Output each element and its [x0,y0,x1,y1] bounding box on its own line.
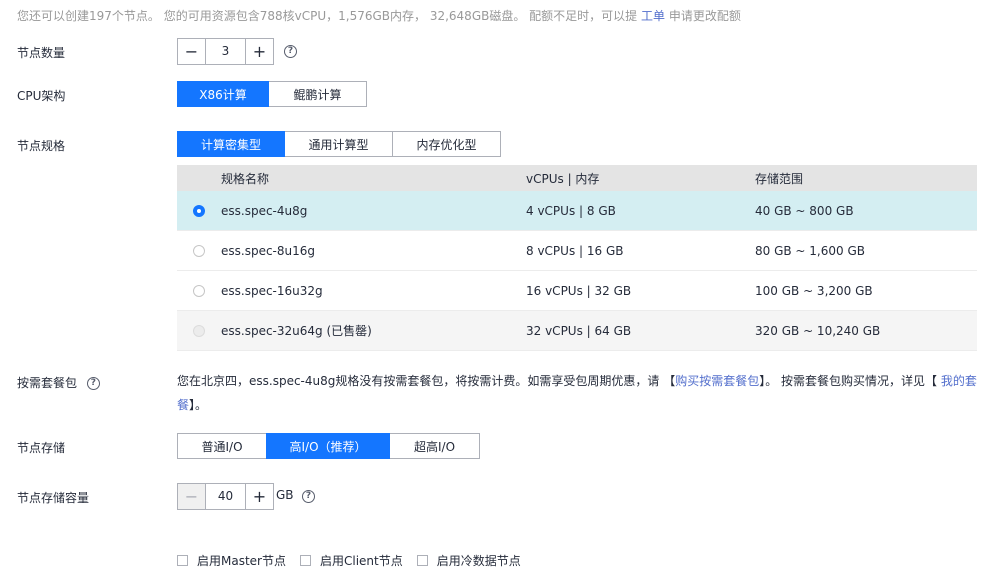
cpu-arch-kunpeng-option[interactable]: 鲲鹏计算 [268,81,367,107]
storage-capacity-minus-button[interactable]: − [178,484,205,509]
storage-range-cell: 320 GB ~ 10,240 GB [755,323,881,338]
question-circle-icon[interactable]: ? [284,44,297,58]
tab-general-compute[interactable]: 通用计算型 [284,131,393,157]
ticket-link[interactable]: 工单 [641,9,665,23]
vcpu-memory-cell: 8 vCPUs | 16 GB [526,243,624,258]
enable-master-checkbox[interactable]: 启用Master节点 [177,552,286,569]
cpu-arch-x86-option[interactable]: X86计算 [177,81,269,107]
enable-client-checkbox[interactable]: 启用Client节点 [299,552,403,569]
spec-name-cell: ess.spec-8u16g [221,243,316,258]
node-count-stepper: − 3 + [177,38,274,65]
storage-range-cell: 80 GB ~ 1,600 GB [755,243,865,258]
checkbox-box[interactable] [416,555,428,566]
package-notice: 您在北京四，ess.spec-4u8g规格没有按需套餐包，将按需计费。如需享受包… [177,369,977,417]
spec-table: 规格名称 vCPUs | 内存 存储范围 ess.spec-4u8g 4 vCP… [177,165,977,351]
quota-text: 您还可以创建197个节点。 您的可用资源包含788核vCPU，1,576GB内存… [17,9,641,23]
node-options: 启用Master节点 启用Client节点 启用冷数据节点 [177,552,535,569]
node-storage-label: 节点存储 [17,441,66,455]
tab-compute-intensive[interactable]: 计算密集型 [177,131,285,157]
checkbox-label: 启用冷数据节点 [436,554,521,568]
node-storage-selector: 普通I/O 高I/O（推荐） 超高I/O [177,433,480,459]
quota-text-end: 申请更改配额 [665,9,741,23]
table-row: ess.spec-32u64g (已售罄) 32 vCPUs | 64 GB 3… [177,311,977,351]
node-count-input[interactable]: 3 [205,39,246,64]
storage-capacity-unit: GB [276,488,294,502]
table-row[interactable]: ess.spec-4u8g 4 vCPUs | 8 GB 40 GB ~ 800… [177,191,977,231]
spec-name-cell: ess.spec-16u32g [221,283,323,298]
vcpu-memory-cell: 16 vCPUs | 32 GB [526,283,632,298]
cpu-arch-selector: X86计算 鲲鹏计算 [177,81,367,107]
package-label-text: 按需套餐包 [17,376,78,390]
node-count-label: 节点数量 [17,46,66,60]
buy-package-link[interactable]: 购买按需套餐包 [675,374,759,388]
node-spec-tabs: 计算密集型 通用计算型 内存优化型 [177,131,501,157]
node-count-minus-button[interactable]: − [178,39,205,64]
spec-name-cell: ess.spec-32u64g (已售罄) [221,324,372,338]
storage-capacity-input[interactable]: 40 [205,484,246,509]
question-circle-icon[interactable]: ? [86,376,100,390]
row-radio[interactable] [193,284,205,297]
table-row[interactable]: ess.spec-16u32g 16 vCPUs | 32 GB 100 GB … [177,271,977,311]
enable-cold-data-checkbox[interactable]: 启用冷数据节点 [416,552,521,569]
table-row[interactable]: ess.spec-8u16g 8 vCPUs | 16 GB 80 GB ~ 1… [177,231,977,271]
checkbox-box[interactable] [299,555,311,566]
package-notice-text-2: 】。 按需套餐包购买情况，详见【 [759,374,941,388]
spec-name-cell: ess.spec-4u8g [221,203,308,218]
package-label: 按需套餐包 ? [17,374,100,391]
storage-capacity-label: 节点存储容量 [17,491,90,505]
column-header-vcpu-memory: vCPUs | 内存 [526,171,600,186]
node-count-plus-button[interactable]: + [246,39,273,64]
column-header-storage-range: 存储范围 [755,171,804,186]
spec-table-header: 规格名称 vCPUs | 内存 存储范围 [177,165,977,191]
checkbox-box[interactable] [177,555,188,566]
tab-memory-optimized[interactable]: 内存优化型 [392,131,501,157]
quota-notice: 您还可以创建197个节点。 您的可用资源包含788核vCPU，1,576GB内存… [17,7,741,24]
checkbox-label: 启用Master节点 [197,554,286,568]
package-notice-text-3: 】。 [189,398,208,412]
storage-normal-io-option[interactable]: 普通I/O [177,433,267,459]
cpu-arch-label: CPU架构 [17,89,66,103]
question-circle-icon[interactable]: ? [302,489,315,503]
storage-capacity-plus-button[interactable]: + [246,484,273,509]
node-spec-label: 节点规格 [17,139,66,153]
storage-high-io-option[interactable]: 高I/O（推荐） [266,433,390,459]
storage-range-cell: 40 GB ~ 800 GB [755,203,854,218]
vcpu-memory-cell: 4 vCPUs | 8 GB [526,203,616,218]
row-radio[interactable] [193,244,205,257]
storage-range-cell: 100 GB ~ 3,200 GB [755,283,873,298]
row-radio[interactable] [193,204,205,217]
checkbox-label: 启用Client节点 [319,554,403,568]
storage-capacity-stepper: − 40 + [177,483,274,510]
column-header-spec-name: 规格名称 [221,171,270,186]
vcpu-memory-cell: 32 vCPUs | 64 GB [526,323,632,338]
storage-ultra-high-io-option[interactable]: 超高I/O [389,433,480,459]
package-notice-text: 您在北京四，ess.spec-4u8g规格没有按需套餐包，将按需计费。如需享受包… [177,374,676,388]
row-radio [193,324,205,337]
